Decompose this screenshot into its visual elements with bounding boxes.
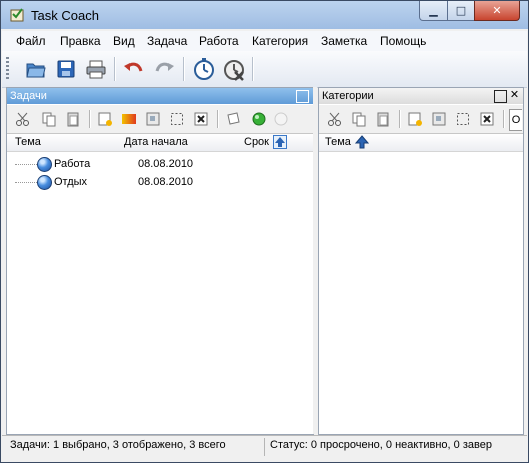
menu-bar: Файл Правка Вид Задача Работа Категория … — [2, 31, 527, 51]
stop-timer-icon[interactable] — [220, 55, 248, 83]
panel-splitter[interactable] — [313, 87, 317, 434]
paste-icon[interactable] — [373, 109, 393, 129]
select-icon[interactable] — [453, 109, 473, 129]
menu-category[interactable]: Категория — [252, 34, 308, 48]
filter-choice-icon[interactable]: O — [509, 109, 522, 131]
categories-panel: Категории ✕ O Тема — [318, 87, 524, 435]
task-icon — [37, 157, 52, 172]
cut-icon[interactable] — [13, 109, 33, 129]
sort-ascending-icon[interactable] — [273, 135, 287, 152]
copy-icon[interactable] — [349, 109, 369, 129]
start-timer-icon[interactable] — [190, 55, 218, 83]
maximize-icon: □ — [455, 4, 467, 17]
new-task-icon[interactable] — [95, 109, 115, 129]
print-icon[interactable] — [82, 55, 110, 83]
task-subject: Отдых — [54, 176, 88, 188]
tree-line — [15, 182, 37, 183]
task-row[interactable]: Отдых 08.08.2010 — [7, 174, 307, 192]
copy-icon[interactable] — [39, 109, 59, 129]
new-subtask-icon[interactable] — [119, 109, 139, 129]
categories-panel-toolbar: O — [319, 105, 523, 134]
menu-effort[interactable]: Работа — [199, 34, 239, 48]
toolbar-separator — [114, 57, 116, 81]
task-icon — [37, 175, 52, 190]
column-start-date[interactable]: Дата начала — [124, 136, 188, 148]
tasks-panel-header[interactable]: Задачи — [7, 88, 313, 104]
tasks-panel-title: Задачи — [10, 90, 47, 102]
menu-note[interactable]: Заметка — [321, 34, 367, 48]
new-note-icon[interactable] — [223, 109, 243, 129]
main-toolbar — [2, 51, 527, 88]
toolbar-separator — [217, 110, 219, 128]
status-divider — [264, 438, 265, 456]
window-title: Task Coach — [31, 8, 99, 23]
task-coach-app-icon — [9, 7, 25, 23]
redo-icon[interactable] — [150, 55, 178, 83]
maximize-button[interactable]: □ — [447, 1, 475, 21]
close-icon: ✕ — [492, 4, 502, 17]
categories-panel-title: Категории — [322, 90, 374, 102]
tasks-panel: Задачи Тема Дата начала Срок Работа 08.0… — [6, 87, 314, 435]
app-window: Task Coach ▁ □ ✕ Файл Правка Вид Задача … — [0, 0, 529, 463]
float-panel-icon[interactable] — [296, 90, 309, 103]
toolbar-separator — [252, 57, 254, 81]
categories-column-header: Тема — [319, 134, 523, 152]
menu-file[interactable]: Файл — [16, 34, 46, 48]
paste-icon[interactable] — [63, 109, 83, 129]
mark-inactive-icon[interactable] — [271, 109, 291, 129]
menu-help[interactable]: Помощь — [380, 34, 426, 48]
delete-icon[interactable] — [191, 109, 211, 129]
open-folder-icon[interactable] — [22, 55, 50, 83]
toolbar-separator — [89, 110, 91, 128]
status-overview: Статус: 0 просрочено, 0 неактивно, 0 зав… — [270, 439, 492, 451]
tasks-panel-toolbar — [7, 105, 313, 134]
save-icon[interactable] — [52, 55, 80, 83]
status-bar: Задачи: 1 выбрано, 3 отображено, 3 всего… — [2, 435, 527, 458]
task-subject: Работа — [54, 158, 91, 170]
title-bar[interactable]: Task Coach ▁ □ ✕ — [1, 1, 528, 29]
menu-view[interactable]: Вид — [113, 34, 135, 48]
close-panel-icon[interactable]: ✕ — [509, 89, 520, 101]
select-icon[interactable] — [167, 109, 187, 129]
mark-completed-icon[interactable] — [249, 109, 269, 129]
undo-icon[interactable] — [120, 55, 148, 83]
column-due-date[interactable]: Срок — [244, 136, 269, 148]
toolbar-grip[interactable] — [6, 57, 9, 81]
toolbar-separator — [503, 110, 505, 128]
menu-task[interactable]: Задача — [147, 34, 187, 48]
toolbar-separator — [399, 110, 401, 128]
column-subject[interactable]: Тема — [325, 136, 351, 148]
new-category-icon[interactable] — [405, 109, 425, 129]
task-start-date: 08.08.2010 — [138, 158, 194, 170]
sort-ascending-icon[interactable] — [354, 135, 370, 152]
tree-line — [15, 164, 37, 165]
cut-icon[interactable] — [325, 109, 345, 129]
categories-panel-header[interactable]: Категории ✕ — [319, 88, 523, 104]
edit-icon[interactable] — [429, 109, 449, 129]
minimize-button[interactable]: ▁ — [419, 1, 448, 21]
status-tasks: Задачи: 1 выбрано, 3 отображено, 3 всего — [10, 439, 226, 451]
edit-icon[interactable] — [143, 109, 163, 129]
float-panel-icon[interactable] — [494, 90, 507, 103]
close-button[interactable]: ✕ — [474, 1, 520, 21]
task-row[interactable]: Работа 08.08.2010 — [7, 156, 307, 174]
column-subject[interactable]: Тема — [15, 136, 41, 148]
minimize-icon: ▁ — [429, 4, 438, 17]
toolbar-separator — [183, 57, 185, 81]
menu-edit[interactable]: Правка — [60, 34, 101, 48]
delete-icon[interactable] — [477, 109, 497, 129]
task-start-date: 08.08.2010 — [138, 176, 194, 188]
tasks-column-header: Тема Дата начала Срок — [7, 134, 313, 152]
